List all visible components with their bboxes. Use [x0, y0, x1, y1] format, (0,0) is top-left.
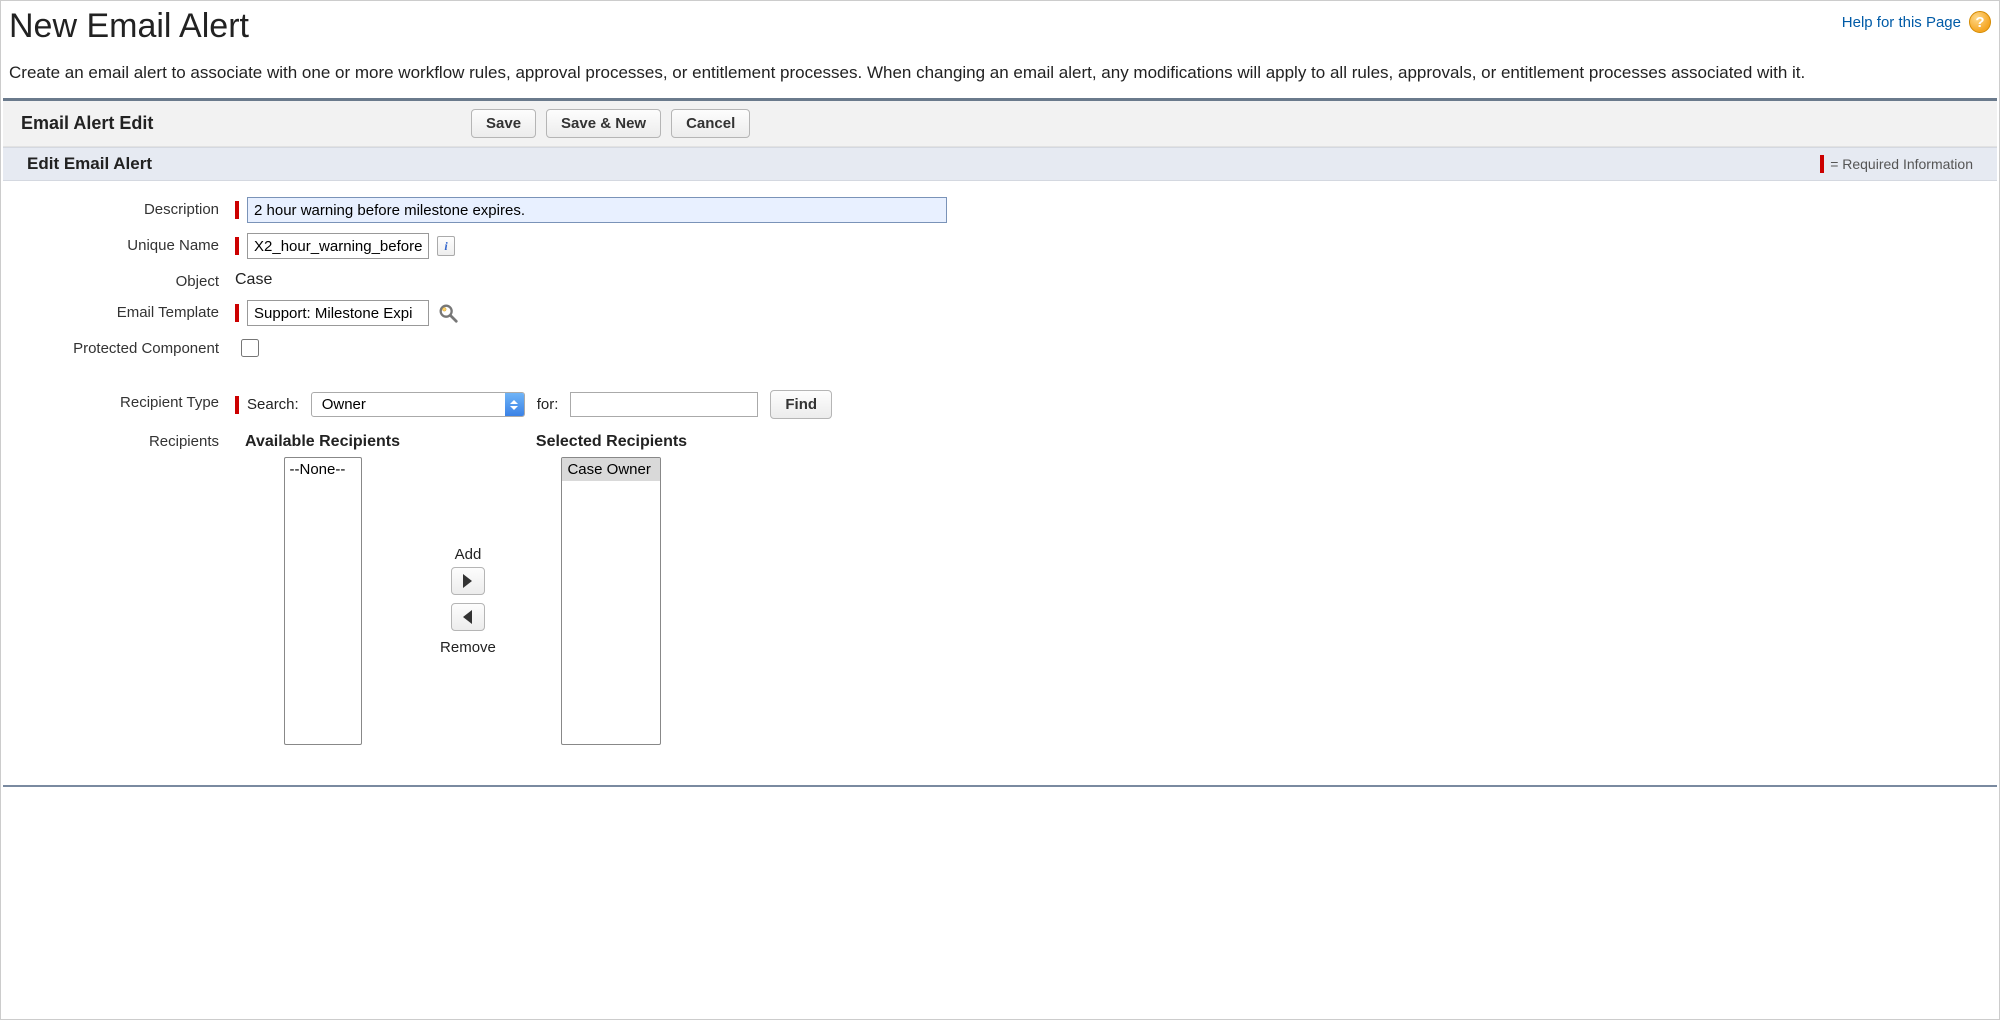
help-page-link[interactable]: Help for this Page: [1842, 14, 1961, 31]
section-title: Edit Email Alert: [27, 154, 152, 174]
recipients-label: Recipients: [3, 429, 235, 450]
remove-recipient-button[interactable]: [451, 603, 485, 631]
page-title: New Email Alert: [9, 7, 249, 46]
panel-title: Email Alert Edit: [21, 113, 471, 134]
available-recipients-list[interactable]: --None--: [284, 457, 362, 745]
email-template-label: Email Template: [3, 300, 235, 321]
recipient-search-input[interactable]: [570, 392, 758, 417]
description-label: Description: [3, 197, 235, 218]
selected-recipients-label: Selected Recipients: [536, 433, 687, 451]
description-input[interactable]: [247, 197, 947, 223]
protected-checkbox[interactable]: [241, 339, 259, 357]
add-recipient-button[interactable]: [451, 567, 485, 595]
help-icon[interactable]: ?: [1969, 11, 1991, 33]
email-template-input[interactable]: [247, 300, 429, 326]
save-button[interactable]: Save: [471, 109, 536, 138]
cancel-button[interactable]: Cancel: [671, 109, 750, 138]
find-button[interactable]: Find: [770, 390, 832, 419]
selected-recipients-list[interactable]: Case Owner: [561, 457, 661, 745]
unique-name-label: Unique Name: [3, 233, 235, 254]
unique-name-input[interactable]: [247, 233, 429, 259]
available-recipients-label: Available Recipients: [245, 433, 400, 451]
add-label: Add: [455, 546, 482, 563]
intro-text: Create an email alert to associate with …: [9, 60, 1991, 86]
info-icon[interactable]: i: [437, 236, 455, 256]
remove-label: Remove: [440, 639, 496, 656]
object-label: Object: [3, 269, 235, 290]
recipient-type-select[interactable]: Owner: [311, 392, 525, 417]
recipient-type-label: Recipient Type: [3, 390, 235, 411]
protected-label: Protected Component: [3, 336, 235, 357]
required-indicator: = Required Information: [1820, 155, 1973, 173]
for-label: for:: [537, 396, 559, 413]
lookup-icon[interactable]: [437, 302, 459, 324]
save-new-button[interactable]: Save & New: [546, 109, 661, 138]
search-label: Search:: [247, 396, 299, 413]
object-value: Case: [235, 269, 272, 289]
